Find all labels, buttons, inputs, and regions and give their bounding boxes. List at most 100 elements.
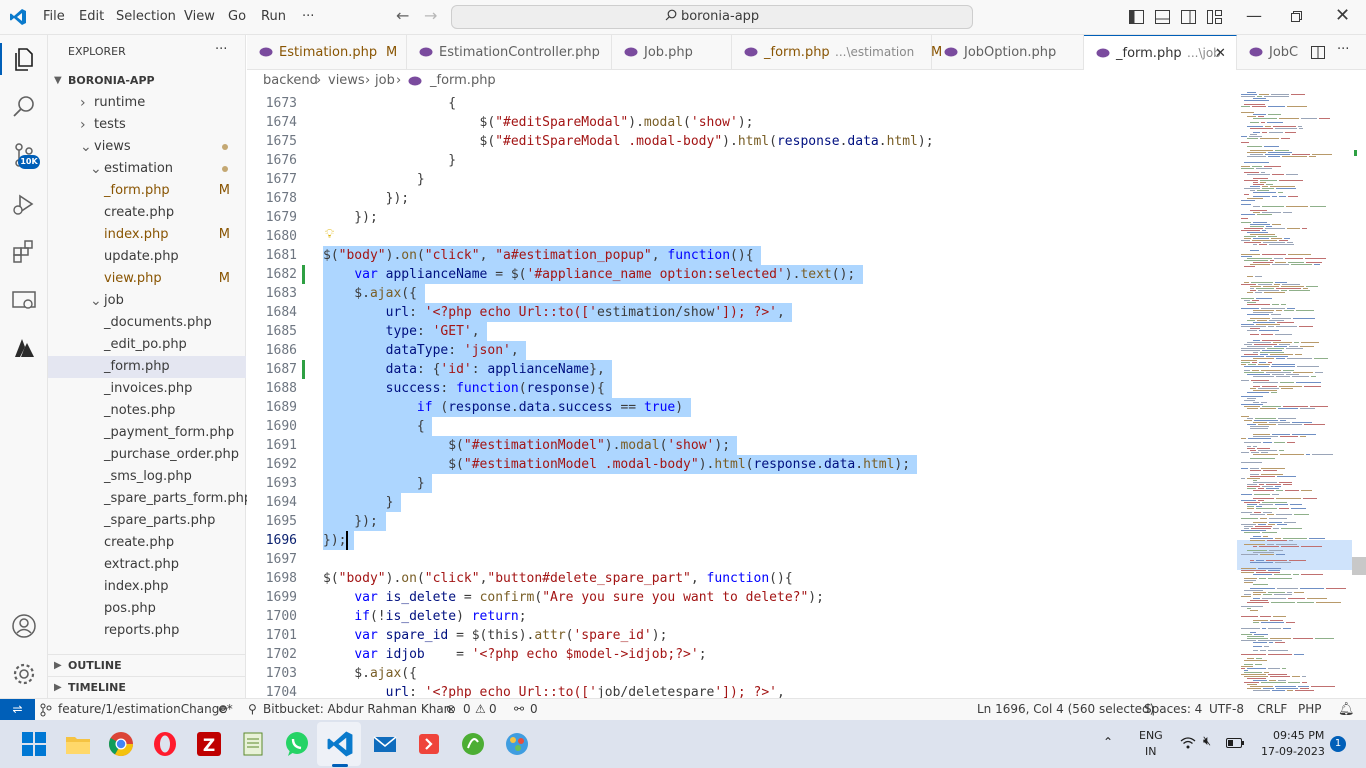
- file-item[interactable]: _payment_form.php: [48, 422, 246, 444]
- language-primary[interactable]: ENG: [1139, 729, 1163, 742]
- code-line[interactable]: $("body").on("click", "a#estimation_popu…: [323, 246, 754, 265]
- outline-section[interactable]: ▶ OUTLINE: [48, 654, 246, 676]
- command-center-search[interactable]: boronia-app: [451, 5, 973, 29]
- remote-indicator[interactable]: ⇌: [0, 699, 35, 721]
- code-line[interactable]: if (response.data.success == true): [323, 398, 683, 417]
- folder-item[interactable]: › runtime: [48, 92, 246, 114]
- menu-file[interactable]: File: [43, 9, 65, 24]
- file-item[interactable]: index.php: [48, 576, 246, 598]
- editor-tab[interactable]: Estimation.php M: [247, 35, 407, 70]
- folder-item[interactable]: ⌄ estimation: [48, 158, 246, 180]
- code-line[interactable]: $.ajax({: [323, 284, 417, 303]
- code-line[interactable]: $.ajax({: [323, 664, 417, 683]
- code-line[interactable]: $("#editSpareModal").modal('show');: [323, 113, 754, 132]
- toggle-primary-sidebar-icon[interactable]: [1129, 10, 1144, 24]
- file-explorer-icon[interactable]: [64, 730, 92, 758]
- timeline-section[interactable]: ▶ TIMELINE: [48, 676, 246, 698]
- split-editor-icon[interactable]: [1311, 46, 1325, 59]
- editor-tab[interactable]: _form.php ...\job ✕: [1084, 35, 1237, 70]
- code-line[interactable]: });: [323, 512, 378, 531]
- code-line[interactable]: var applianceName = $('#appliance_name o…: [323, 265, 855, 284]
- file-item[interactable]: _sms_log.php: [48, 466, 246, 488]
- explorer-icon[interactable]: [10, 45, 38, 73]
- minimize-icon[interactable]: —: [1246, 6, 1262, 25]
- remote-explorer-icon[interactable]: [10, 287, 38, 315]
- code-line[interactable]: }: [323, 151, 456, 170]
- git-branch[interactable]: feature/1/estimationChange*: [58, 699, 233, 720]
- minimap[interactable]: [1237, 92, 1352, 698]
- warning-icon[interactable]: ⚠: [475, 699, 486, 720]
- code-editor[interactable]: 1673 {1674 $("#editSpareModal").modal('s…: [247, 92, 1237, 698]
- editor-more-icon[interactable]: ···: [1337, 42, 1349, 57]
- breadcrumb-backend[interactable]: backend: [263, 70, 318, 92]
- editor-tab[interactable]: Job.php: [612, 35, 732, 70]
- indentation[interactable]: Spaces: 4: [1144, 699, 1202, 720]
- notifications-bell-icon[interactable]: 🔔︎: [1338, 699, 1355, 720]
- show-hidden-icons-icon[interactable]: ⌃: [1103, 735, 1113, 749]
- file-item[interactable]: _spare_parts_form.php: [48, 488, 252, 510]
- file-item[interactable]: reports.php: [48, 620, 246, 642]
- close-window-icon[interactable]: ✕: [1335, 5, 1350, 26]
- menu-edit[interactable]: Edit: [79, 9, 104, 24]
- language-mode[interactable]: PHP: [1298, 699, 1322, 720]
- settings-gear-icon[interactable]: [10, 660, 38, 688]
- ports-icon[interactable]: ⚯: [514, 699, 524, 720]
- file-item[interactable]: _form.php M: [48, 180, 246, 202]
- file-item[interactable]: update.php: [48, 246, 246, 268]
- accounts-icon[interactable]: [10, 612, 38, 640]
- code-line[interactable]: url: '<?php echo Url::to(['estimation/sh…: [323, 303, 785, 322]
- code-line[interactable]: });: [323, 208, 378, 227]
- toggle-panel-icon[interactable]: [1155, 10, 1170, 24]
- clock-time[interactable]: 09:45 PM: [1273, 729, 1324, 742]
- code-line[interactable]: var spare_id = $(this).attr('spare_id');: [323, 626, 667, 645]
- error-icon[interactable]: ⊗: [446, 699, 456, 720]
- file-item[interactable]: view.php M: [48, 268, 246, 290]
- project-root[interactable]: ▼ BORONIA-APP: [48, 70, 246, 92]
- end-of-line[interactable]: CRLF: [1257, 699, 1287, 720]
- breadcrumb-file[interactable]: _form.php: [430, 70, 496, 92]
- file-item[interactable]: _invoices.php: [48, 378, 246, 400]
- file-item[interactable]: _edit_po.php: [48, 334, 246, 356]
- warning-count[interactable]: 0: [489, 699, 497, 720]
- folder-item[interactable]: › tests: [48, 114, 246, 136]
- code-line[interactable]: type: 'GET',: [323, 322, 480, 341]
- notepad-icon[interactable]: [239, 730, 267, 758]
- code-line[interactable]: });: [323, 189, 409, 208]
- editor-tab[interactable]: EstimationController.php: [407, 35, 612, 70]
- file-item[interactable]: _notes.php: [48, 400, 246, 422]
- file-item[interactable]: create.php: [48, 202, 246, 224]
- mail-icon[interactable]: [371, 730, 399, 758]
- vscode-taskbar-icon[interactable]: [326, 730, 354, 758]
- customize-layout-icon[interactable]: [1207, 10, 1222, 24]
- close-tab-icon[interactable]: ✕: [1215, 36, 1226, 71]
- code-line[interactable]: $("#editSpareModal .modal-body").html(re…: [323, 132, 934, 151]
- menu-more[interactable]: ···: [302, 9, 314, 24]
- editor-tab[interactable]: JobOption.php: [932, 35, 1084, 70]
- breadcrumb-job[interactable]: job: [375, 70, 395, 92]
- explorer-more-icon[interactable]: ···: [215, 42, 227, 57]
- file-item[interactable]: _form.php: [48, 356, 246, 378]
- code-line[interactable]: url: '<?php echo Url::to(['job/deletespa…: [323, 683, 785, 698]
- wifi-icon[interactable]: [1180, 737, 1196, 749]
- folder-item[interactable]: ⌄ views: [48, 136, 246, 158]
- file-item[interactable]: _spare_parts.php: [48, 510, 246, 532]
- menu-selection[interactable]: Selection: [116, 9, 176, 24]
- notification-badge[interactable]: 1: [1330, 736, 1346, 752]
- lightbulb-icon[interactable]: 💡︎: [325, 227, 334, 242]
- clock-date[interactable]: 17-09-2023: [1261, 745, 1325, 758]
- opera-icon[interactable]: [151, 730, 179, 758]
- code-line[interactable]: $("#estimationModel .modal-body").html(r…: [323, 455, 910, 474]
- menu-view[interactable]: View: [184, 9, 215, 24]
- sync-icon[interactable]: ⊚: [218, 699, 228, 720]
- run-debug-icon[interactable]: [10, 190, 38, 218]
- code-line[interactable]: var idjob = '<?php echo $model->idjob;?>…: [323, 645, 706, 664]
- file-item[interactable]: pos.php: [48, 598, 246, 620]
- editor-tab[interactable]: _form.php ...\estimation M: [732, 35, 942, 70]
- code-line[interactable]: });: [323, 531, 346, 550]
- code-line[interactable]: dataType: 'json',: [323, 341, 519, 360]
- scrollbar-thumb[interactable]: [1352, 557, 1366, 575]
- volume-muted-icon[interactable]: 🔇︎: [1203, 734, 1211, 749]
- windows-start-icon[interactable]: [20, 730, 48, 758]
- menu-run[interactable]: Run: [261, 9, 286, 24]
- browser-app-icon[interactable]: [459, 730, 487, 758]
